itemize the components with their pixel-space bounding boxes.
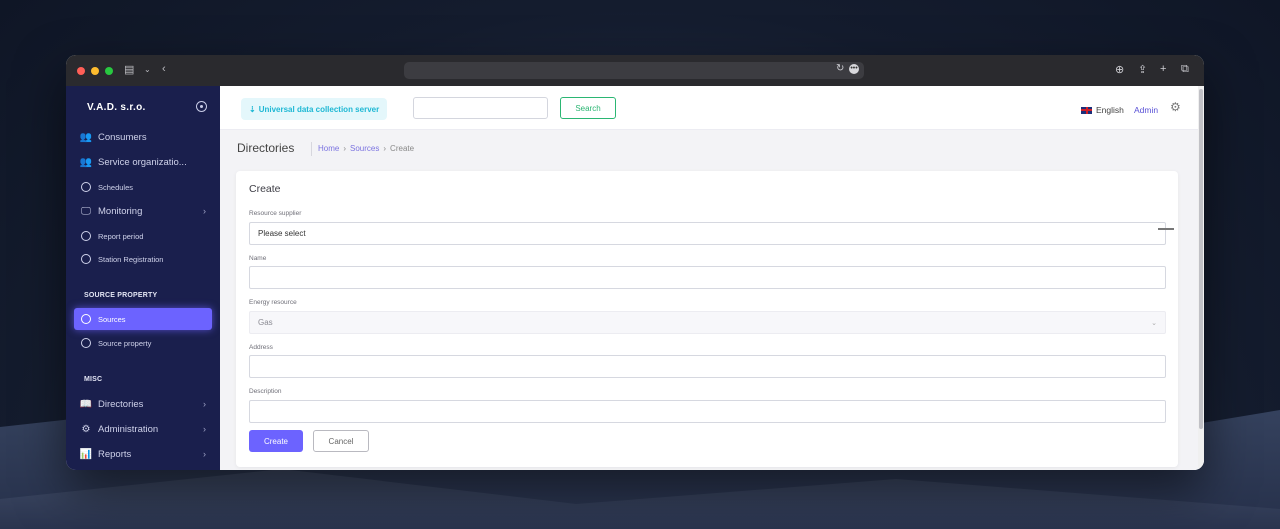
circle-icon: [74, 231, 98, 241]
sidebar-item-report-period[interactable]: Report period: [74, 225, 212, 247]
users-icon: 👥: [79, 131, 93, 143]
breadcrumb-sources[interactable]: Sources: [350, 144, 379, 153]
resource-supplier-label: Resource supplier: [249, 210, 302, 217]
sidebar-item-label: Report period: [98, 231, 144, 241]
circle-icon: [74, 338, 98, 348]
sidebar-item-schedules[interactable]: Schedules: [74, 176, 212, 198]
sidebar-item-label: Sources: [98, 314, 126, 324]
breadcrumb: Home › Sources › Create: [318, 144, 414, 153]
app-root: V.A.D. s.r.o. 👥 Consumers 👥 Service orga…: [66, 86, 1204, 470]
gear-icon: ⚙: [81, 423, 91, 435]
page-title: Directories: [237, 141, 295, 155]
circle-icon: [74, 182, 98, 192]
energy-resource-value: Gas: [258, 318, 273, 327]
name-label: Name: [249, 255, 267, 262]
sidebar-item-monitoring[interactable]: 🖵 Monitoring ›: [74, 200, 212, 222]
description-field[interactable]: [249, 400, 1166, 423]
description-label: Description: [249, 388, 282, 395]
chevron-right-icon: ›: [203, 206, 206, 216]
sidebar-item-directories[interactable]: 📖 Directories ›: [74, 393, 212, 415]
search-input[interactable]: [413, 97, 548, 119]
scrollbar-thumb[interactable]: [1199, 89, 1203, 429]
share-icon[interactable]: ⇪: [1138, 63, 1147, 76]
server-label: Universal data collection server: [258, 104, 380, 114]
language-label: English: [1096, 105, 1124, 115]
sidebar-item-sources[interactable]: Sources: [74, 308, 212, 330]
page-scrollbar[interactable]: [1198, 86, 1204, 470]
language-selector[interactable]: English: [1081, 105, 1124, 115]
sidebar-item-label: Directories: [98, 398, 144, 410]
section-heading-misc: MISC: [84, 376, 103, 383]
sidebar-item-label: Service organizatio...: [98, 156, 187, 168]
reload-icon[interactable]: ↻: [836, 63, 844, 74]
top-bar: ⇣ Universal data collection server Searc…: [220, 86, 1204, 130]
sidebar-item-consumers[interactable]: 👥 Consumers: [74, 126, 212, 148]
browser-window: ▤ ⌄ ‹ ↻ ••• ⊕ ⇪ + ⧉ V.A.D. s.r.o. 👥 Cons…: [66, 55, 1204, 470]
main-content: ⇣ Universal data collection server Searc…: [220, 86, 1204, 470]
chevron-right-icon: ›: [203, 449, 206, 459]
server-badge[interactable]: ⇣ Universal data collection server: [241, 98, 388, 120]
uk-flag-icon: [1081, 106, 1092, 114]
download-icon[interactable]: ⊕: [1115, 63, 1124, 76]
back-icon[interactable]: ‹: [162, 63, 166, 75]
sidebar-item-source-property[interactable]: Source property: [74, 332, 212, 354]
breadcrumb-current: Create: [390, 144, 415, 153]
maximize-window-button[interactable]: [105, 66, 113, 75]
energy-resource-select[interactable]: Gas ⌄: [249, 311, 1166, 334]
window-controls: [77, 66, 113, 75]
address-bar[interactable]: [404, 62, 864, 79]
breadcrumb-home[interactable]: Home: [318, 144, 339, 153]
circle-icon: [74, 314, 98, 324]
new-tab-icon[interactable]: +: [1160, 63, 1166, 75]
tabs-overview-icon[interactable]: ⧉: [1181, 63, 1189, 76]
circle-icon: [74, 254, 98, 264]
resource-supplier-select[interactable]: Please select: [249, 222, 1166, 245]
breadcrumb-divider: [311, 142, 312, 156]
user-menu[interactable]: Admin: [1134, 105, 1158, 115]
sidebar-item-station-registration[interactable]: Station Registration: [74, 248, 212, 270]
sidebar-item-administration[interactable]: ⚙ Administration ›: [74, 418, 212, 440]
sidebar-item-label: Station Registration: [98, 254, 164, 264]
name-field[interactable]: [249, 266, 1166, 289]
form-title: Create: [249, 183, 281, 195]
minimize-window-button[interactable]: [91, 66, 99, 75]
chevron-down-icon: ⌄: [1151, 319, 1157, 327]
monitor-icon: 🖵: [81, 205, 91, 217]
download-icon: ⇣: [249, 104, 256, 114]
sidebar-item-label: Schedules: [98, 182, 134, 192]
more-icon[interactable]: •••: [849, 64, 859, 74]
sidebar-toggle-icon[interactable]: ▤: [124, 63, 134, 76]
chevron-right-icon: ›: [203, 399, 206, 409]
users-icon: 👥: [79, 156, 93, 168]
sidebar: V.A.D. s.r.o. 👥 Consumers 👥 Service orga…: [66, 86, 220, 470]
address-label: Address: [249, 344, 273, 351]
search-button[interactable]: Search: [560, 97, 616, 119]
sidebar-item-label: Administration: [98, 423, 159, 435]
energy-resource-label: Energy resource: [249, 299, 297, 306]
create-form-card: Create Resource supplier Please select N…: [236, 171, 1178, 467]
browser-titlebar: ▤ ⌄ ‹ ↻ ••• ⊕ ⇪ + ⧉: [66, 55, 1204, 86]
sidebar-item-label: Consumers: [98, 131, 147, 143]
brand-name: V.A.D. s.r.o.: [87, 102, 146, 113]
settings-gear-icon[interactable]: ⚙: [1170, 100, 1181, 114]
select-indicator-icon: [1158, 228, 1174, 230]
sidebar-item-label: Reports: [98, 448, 132, 460]
sidebar-collapse-icon[interactable]: [196, 101, 207, 112]
create-button[interactable]: Create: [249, 430, 303, 452]
chevron-right-icon: ›: [203, 424, 206, 434]
resource-supplier-value: Please select: [258, 229, 306, 238]
sidebar-item-label: Source property: [98, 338, 152, 348]
breadcrumb-separator-icon: ›: [383, 144, 387, 153]
book-icon: 📖: [79, 398, 93, 410]
close-window-button[interactable]: [77, 66, 85, 75]
chevron-down-icon[interactable]: ⌄: [144, 65, 151, 74]
cancel-button[interactable]: Cancel: [313, 430, 369, 452]
sidebar-item-label: Monitoring: [98, 205, 143, 217]
section-heading-source-property: SOURCE PROPERTY: [84, 292, 158, 299]
sidebar-item-reports[interactable]: 📊 Reports ›: [74, 443, 212, 465]
address-field[interactable]: [249, 355, 1166, 378]
bar-chart-icon: 📊: [79, 448, 93, 460]
breadcrumb-separator-icon: ›: [343, 144, 347, 153]
sidebar-item-service-organizations[interactable]: 👥 Service organizatio...: [74, 151, 212, 173]
